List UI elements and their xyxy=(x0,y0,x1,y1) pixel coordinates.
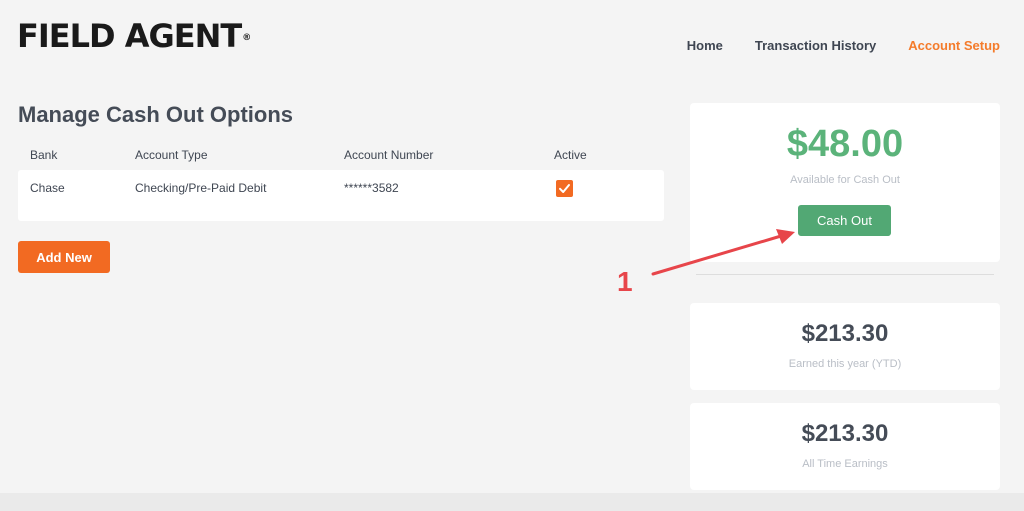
available-amount: $48.00 xyxy=(786,123,904,165)
table-header: Bank Account Type Account Number Active xyxy=(18,140,664,170)
logo-text: FIELD AGENT xyxy=(17,17,242,55)
ytd-amount: $213.30 xyxy=(801,320,889,347)
add-new-button[interactable]: Add New xyxy=(18,241,110,273)
all-time-label: All Time Earnings xyxy=(802,458,888,470)
registered-mark: ® xyxy=(242,33,251,43)
column-header-bank: Bank xyxy=(30,148,58,162)
cell-bank: Chase xyxy=(30,181,65,195)
nav-account-setup[interactable]: Account Setup xyxy=(908,38,1000,53)
annotation-number: 1 xyxy=(617,266,633,297)
field-agent-logo[interactable]: FIELD AGENT® xyxy=(17,17,251,55)
ytd-label: Earned this year (YTD) xyxy=(788,358,902,370)
column-header-account-type: Account Type xyxy=(135,148,208,162)
footer-band xyxy=(0,493,1024,511)
cash-out-button[interactable]: Cash Out xyxy=(798,205,891,236)
cell-account-number: ******3582 xyxy=(344,181,399,195)
main-nav: Home Transaction History Account Setup xyxy=(687,38,1000,53)
active-checkbox[interactable] xyxy=(556,180,573,197)
cash-out-options-table: Bank Account Type Account Number Active … xyxy=(18,140,664,221)
column-header-active: Active xyxy=(554,148,587,162)
checkmark-icon xyxy=(559,184,570,193)
nav-transaction-history[interactable]: Transaction History xyxy=(755,38,876,53)
all-time-earnings-card: $213.30 All Time Earnings xyxy=(690,403,1000,490)
all-time-amount: $213.30 xyxy=(801,420,889,447)
available-label: Available for Cash Out xyxy=(790,174,900,186)
ytd-earnings-card: $213.30 Earned this year (YTD) xyxy=(690,303,1000,390)
arrow-icon xyxy=(651,229,795,276)
nav-home[interactable]: Home xyxy=(687,38,723,53)
cell-account-type: Checking/Pre-Paid Debit xyxy=(135,181,267,195)
table-row: Chase Checking/Pre-Paid Debit ******3582 xyxy=(18,170,664,221)
page-title: Manage Cash Out Options xyxy=(18,102,294,127)
column-header-account-number: Account Number xyxy=(344,148,434,162)
